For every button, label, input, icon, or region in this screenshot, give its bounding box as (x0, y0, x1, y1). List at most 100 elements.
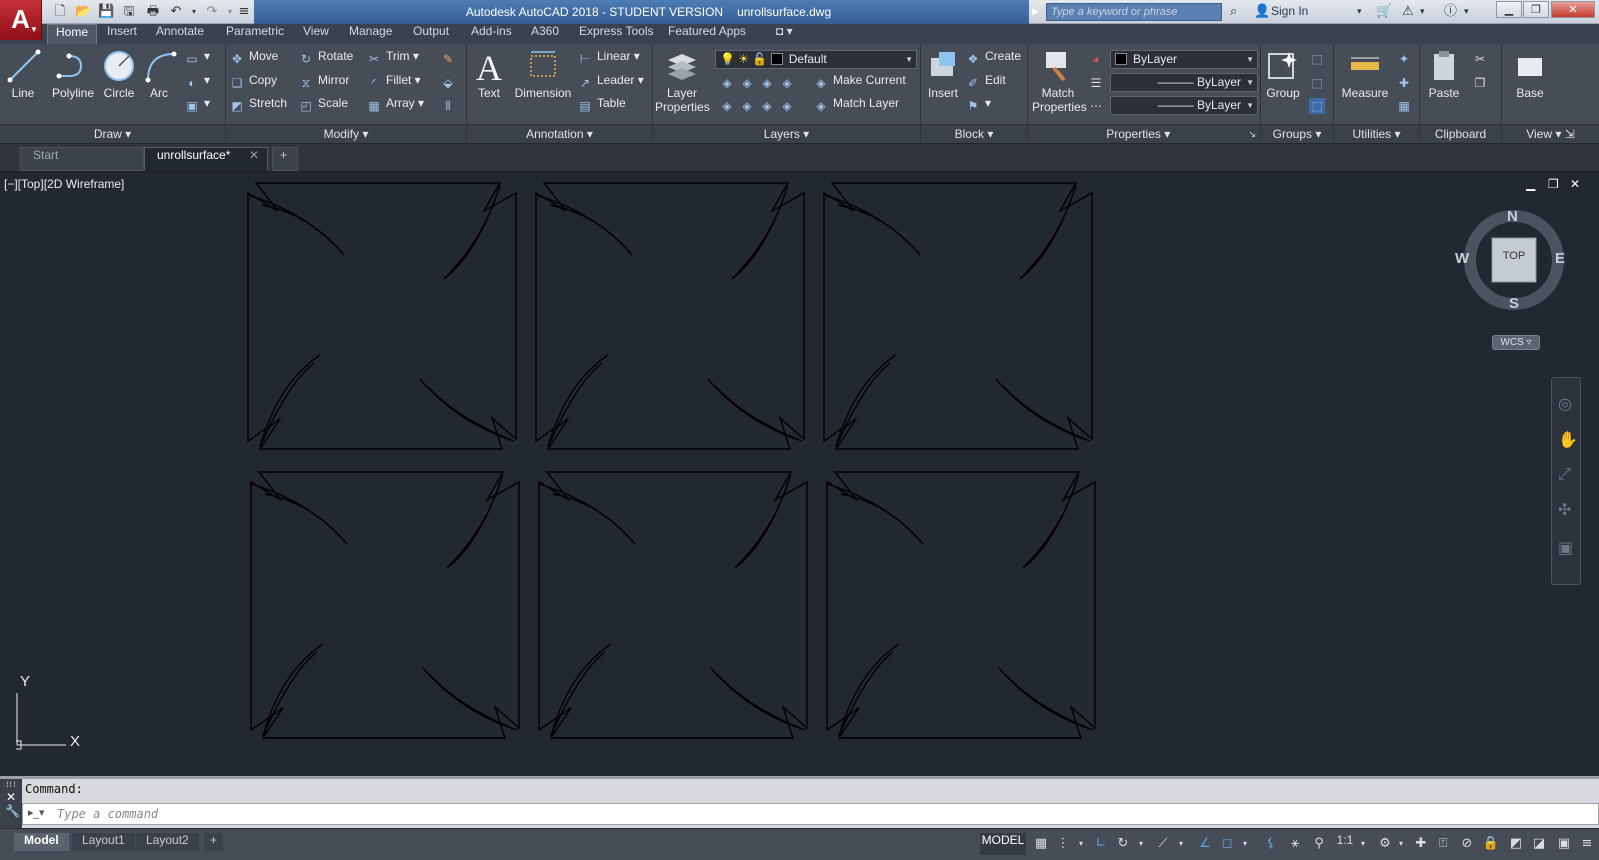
leader-button[interactable]: ↗ Leader ▾ (577, 73, 644, 93)
tab-model[interactable]: Model (14, 833, 69, 851)
calculator-button[interactable]: ▦ (1396, 96, 1416, 116)
make-current-button[interactable]: ◈ Make Current (813, 73, 905, 93)
stretch-button[interactable]: ◩ Stretch (229, 96, 287, 116)
quick-properties-icon[interactable]: ⊘ (1458, 833, 1476, 855)
new-file-icon[interactable]: 🗋 (52, 4, 68, 20)
command-customize-icon[interactable]: 🔧 (0, 804, 22, 818)
qat-customize-icon[interactable]: ≡ (236, 4, 252, 20)
unrolled-panel[interactable] (247, 182, 517, 450)
layer-off-icon[interactable]: ◈ (719, 75, 735, 91)
block-attributes-button[interactable]: ⚑ ▾ (965, 96, 991, 116)
drawing-viewport[interactable]: [−][Top][2D Wireframe] ▁ ❐ ✕ TOP N S E W… (0, 173, 1599, 775)
osnap-dropdown-icon[interactable]: ▾ (1240, 833, 1250, 855)
new-layout-button[interactable]: + (204, 833, 224, 851)
binoculars-icon[interactable]: ⌕ (1230, 3, 1237, 21)
dimension-button[interactable]: Dimension (511, 48, 575, 100)
panel-title-layers[interactable]: Layers ▾ (653, 124, 920, 143)
a360-icon[interactable]: ⚠ (1402, 3, 1414, 21)
annotation-scale-icon[interactable]: ⚲ (1310, 833, 1328, 855)
isolate-objects-icon[interactable]: ◩ (1506, 833, 1526, 855)
group-edit-button[interactable]: ⬚ (1309, 73, 1329, 93)
tab-start[interactable]: Start (20, 147, 144, 171)
layer-freeze-icon[interactable]: ◈ (759, 75, 775, 91)
tab-view[interactable]: View (295, 24, 337, 44)
panel-title-draw[interactable]: Draw ▾ (0, 124, 225, 143)
viewcube[interactable]: TOP N S E W (1455, 206, 1568, 314)
zoom-extents-icon[interactable]: ⤢ (1558, 464, 1571, 484)
sign-in-button[interactable]: Sign In (1271, 4, 1308, 18)
redo-icon[interactable]: ↷ (204, 4, 220, 20)
fillet-button[interactable]: ◜ Fillet ▾ (366, 73, 421, 93)
close-icon[interactable]: ✕ (1551, 1, 1595, 18)
explode-button[interactable]: ⬙ (440, 73, 460, 93)
layer-properties-button[interactable]: Layer Properties (655, 48, 710, 114)
match-properties-button[interactable]: Match Properties (1032, 48, 1087, 114)
tab-manage[interactable]: Manage (341, 24, 400, 44)
erase-button[interactable]: ✎ (440, 49, 460, 69)
command-input[interactable]: Type a command (22, 803, 1599, 825)
linetype-dropdown[interactable]: ——— ByLayer ▼ (1110, 73, 1258, 92)
layer-dropdown[interactable]: 💡 ☀ 🔓 Default ▼ (715, 50, 917, 69)
save-icon[interactable]: 💾 (98, 4, 114, 20)
plot-icon[interactable]: 🖶 (145, 4, 161, 20)
snap-dropdown-icon[interactable]: ▾ (1076, 833, 1086, 855)
object-tracking-icon[interactable]: ∠ (1196, 833, 1214, 855)
workspace-dropdown-icon[interactable]: ▾ (1396, 833, 1406, 855)
panel-title-clipboard[interactable]: Clipboard (1420, 124, 1501, 143)
scale-button[interactable]: ◰ Scale (298, 96, 348, 116)
isometric-icon[interactable]: ⟋ (1154, 833, 1172, 855)
region-tool[interactable]: ▣ ▾ (184, 96, 210, 116)
measure-button[interactable]: Measure (1336, 48, 1394, 100)
group-button[interactable]: Group (1263, 48, 1303, 100)
undo-icon[interactable]: ↶ (168, 4, 184, 20)
application-menu-button[interactable]: A ▼ (0, 0, 42, 40)
tab-unrollsurface[interactable]: unrollsurface* ✕ (144, 147, 268, 171)
units-icon[interactable]: ⍐ (1434, 833, 1452, 855)
base-view-button[interactable]: Base (1510, 48, 1550, 100)
layer-unisolate-icon[interactable]: ◈ (739, 98, 755, 114)
grip-icon[interactable]: ⁞⁞⁞ (0, 779, 22, 790)
group-selection-button[interactable]: ⬚ (1309, 96, 1329, 116)
tab-insert[interactable]: Insert (99, 24, 145, 44)
command-recent-icon[interactable]: ▸_▾ (28, 806, 48, 822)
unrolled-panel[interactable] (250, 471, 520, 739)
cart-icon[interactable]: 🛒 (1376, 3, 1392, 21)
offset-button[interactable]: ⫴ (440, 96, 460, 116)
layer-unlock-icon[interactable]: ◈ (779, 98, 795, 114)
copy-button[interactable]: ❏ Copy (229, 73, 277, 93)
compass-south[interactable]: S (1509, 295, 1519, 312)
pan-icon[interactable]: ✋ (1558, 430, 1578, 449)
compass-west[interactable]: W (1455, 250, 1469, 267)
quick-select-button[interactable]: ✦ (1396, 49, 1416, 69)
panel-title-block[interactable]: Block ▾ (921, 124, 1027, 143)
grid-icon[interactable]: ▦ (1032, 833, 1050, 855)
cut-button[interactable]: ✂ (1472, 49, 1492, 69)
isometric-dropdown-icon[interactable]: ▾ (1176, 833, 1186, 855)
new-tab-button[interactable]: + (272, 147, 298, 171)
rectangle-tool[interactable]: ▭ ▾ (184, 49, 210, 69)
compass-north[interactable]: N (1507, 208, 1518, 225)
panel-title-utilities[interactable]: Utilities ▾ (1334, 124, 1419, 143)
help-icon[interactable]: ⓘ (1444, 3, 1457, 21)
move-button[interactable]: ✥ Move (229, 49, 278, 69)
a360-dropdown-icon[interactable]: ▾ (1420, 3, 1425, 21)
workspace-gear-icon[interactable]: ⚙ (1376, 833, 1394, 855)
panel-title-view[interactable]: View ▾ ⇲ (1502, 124, 1599, 143)
showmotion-icon[interactable]: ▣ (1558, 538, 1573, 557)
polyline-button[interactable]: Polyline (44, 48, 102, 100)
circle-button[interactable]: Circle (100, 48, 138, 100)
sign-in-dropdown-icon[interactable]: ▾ (1357, 3, 1362, 21)
annotation-scale-value[interactable]: 1:1 (1334, 833, 1356, 855)
customization-icon[interactable]: ≡ (1578, 833, 1596, 855)
layer-thaw-all-icon[interactable]: ◈ (759, 98, 775, 114)
layer-on-all-icon[interactable]: ◈ (719, 98, 735, 114)
viewcube-top-face[interactable]: TOP (1460, 250, 1568, 262)
help-search-input[interactable]: Type a keyword or phrase (1046, 3, 1222, 21)
close-tab-icon[interactable]: ✕ (249, 148, 259, 162)
paste-button[interactable]: Paste (1424, 48, 1464, 100)
ortho-icon[interactable]: ∟ (1092, 833, 1110, 855)
polar-icon[interactable]: ↻ (1114, 833, 1132, 855)
color-dropdown[interactable]: ByLayer ▼ (1110, 50, 1258, 69)
tab-featured-apps[interactable]: Featured Apps (660, 24, 754, 44)
layer-isolate-icon[interactable]: ◈ (739, 75, 755, 91)
